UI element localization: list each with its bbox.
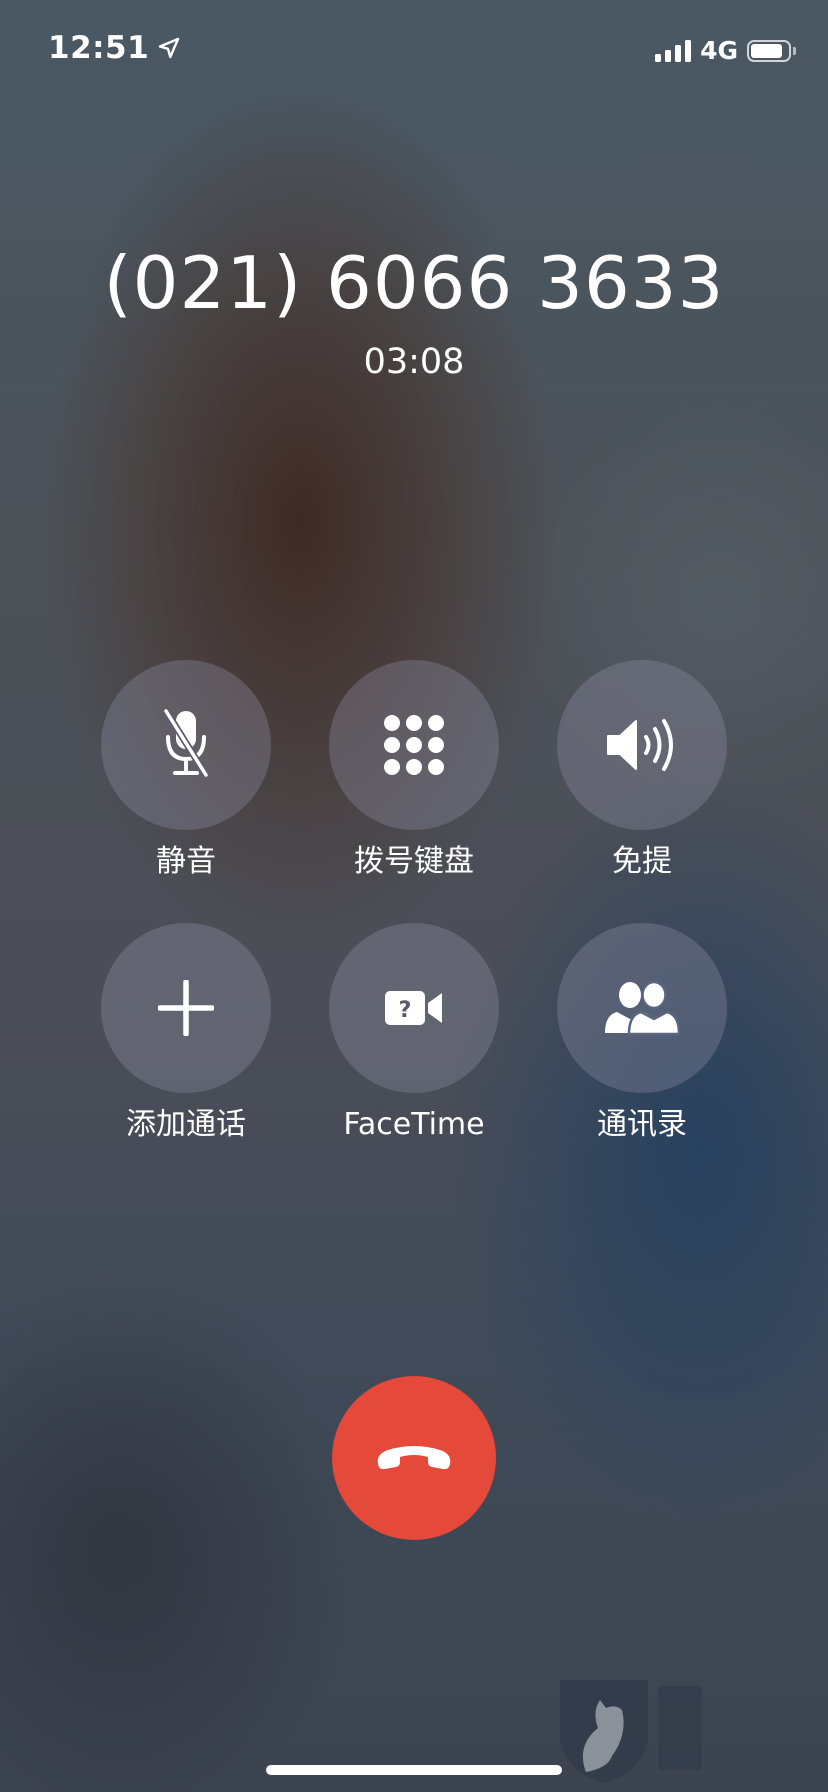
facetime-circle[interactable]: ? xyxy=(329,923,499,1093)
contacts-label: 通讯录 xyxy=(597,1107,687,1142)
keypad-label: 拨号键盘 xyxy=(354,844,474,879)
contacts-circle[interactable] xyxy=(557,923,727,1093)
speaker-circle[interactable] xyxy=(557,660,727,830)
facetime-unknown-icon: ? xyxy=(385,991,442,1025)
location-arrow-icon xyxy=(158,37,180,59)
status-time: 12:51 xyxy=(48,30,150,66)
battery-level-fill xyxy=(751,43,782,58)
mute-button[interactable]: 静音 xyxy=(101,660,271,882)
status-bar: 12:51 4G xyxy=(0,0,828,100)
caller-number: (021) 6066 3633 xyxy=(103,241,725,325)
speaker-button[interactable]: 免提 xyxy=(557,660,727,882)
add-call-button[interactable]: 添加通话 xyxy=(101,923,271,1145)
contacts-button[interactable]: 通讯录 xyxy=(557,923,727,1145)
watermark-logo xyxy=(560,1680,702,1784)
speaker-label: 免提 xyxy=(612,844,672,879)
speaker-icon xyxy=(607,719,673,771)
keypad-icon xyxy=(384,715,444,775)
add-call-circle[interactable] xyxy=(101,923,271,1093)
home-indicator[interactable] xyxy=(266,1765,562,1775)
status-time-group: 12:51 xyxy=(48,30,181,66)
mic-off-icon xyxy=(163,709,209,777)
facetime-button[interactable]: ? FaceTime xyxy=(329,923,499,1145)
facetime-label: FaceTime xyxy=(343,1107,485,1142)
battery-icon xyxy=(747,39,796,62)
keypad-circle[interactable] xyxy=(329,660,499,830)
mute-circle[interactable] xyxy=(101,660,271,830)
contacts-icon xyxy=(605,981,681,1035)
mute-label: 静音 xyxy=(156,844,216,879)
add-call-label: 添加通话 xyxy=(126,1107,246,1142)
svg-text:?: ? xyxy=(399,998,412,1023)
call-duration: 03:08 xyxy=(363,342,465,382)
end-call-button[interactable] xyxy=(332,1376,496,1540)
cellular-signal-icon xyxy=(655,39,692,62)
keypad-button[interactable]: 拨号键盘 xyxy=(329,660,499,882)
network-type: 4G xyxy=(700,36,738,65)
plus-icon xyxy=(158,980,214,1036)
status-right-group: 4G xyxy=(655,36,796,65)
end-call-icon xyxy=(377,1446,451,1470)
